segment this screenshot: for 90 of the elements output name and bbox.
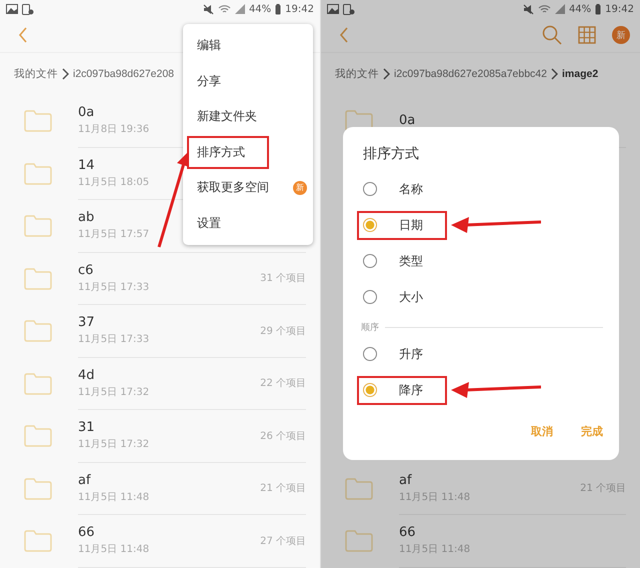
option-label: 名称 xyxy=(399,180,423,198)
radio-button[interactable] xyxy=(363,290,377,304)
section-label: 顺序 xyxy=(361,322,379,334)
search-icon[interactable] xyxy=(542,25,562,45)
chevron-icon xyxy=(62,68,69,80)
modified-date: 11月5日 18:05 xyxy=(78,176,150,189)
modified-date: 11月5日 11:48 xyxy=(78,490,150,504)
folder-icon xyxy=(24,110,52,132)
folder-name: af xyxy=(399,472,413,488)
option-label: 大小 xyxy=(399,288,423,306)
folder-icon xyxy=(24,372,52,395)
signal-icon xyxy=(554,4,565,14)
modified-date: 11月5日 17:32 xyxy=(78,386,150,399)
option-label: 升序 xyxy=(399,346,423,362)
menu-item[interactable]: 新建文件夹 xyxy=(187,100,267,134)
radio-button[interactable] xyxy=(363,347,377,361)
folder-name: af xyxy=(78,472,92,488)
image-icon xyxy=(327,4,339,14)
folder-icon xyxy=(24,162,52,185)
breadcrumb-item[interactable]: image2 xyxy=(562,68,598,80)
radio-button[interactable] xyxy=(363,383,377,397)
radio-button[interactable] xyxy=(363,182,377,196)
folder-name: 14 xyxy=(78,158,96,173)
item-count: 22 个项目 xyxy=(260,377,306,390)
folder-name: 0a xyxy=(78,105,96,120)
modified-date: 11月5日 17:57 xyxy=(78,228,150,242)
breadcrumb-item[interactable]: i2c097ba98d627e2085a7ebbc42 xyxy=(394,68,547,80)
item-count: 21 个项目 xyxy=(260,482,306,496)
folder-name: c6 xyxy=(78,262,94,278)
folder-icon xyxy=(24,425,52,448)
battery-icon xyxy=(595,4,602,14)
wifi-icon xyxy=(218,4,231,14)
breadcrumb-item[interactable]: i2c097ba98d627e208 xyxy=(73,68,174,80)
back-icon[interactable] xyxy=(18,27,28,43)
radio-button[interactable] xyxy=(363,254,377,268)
mute-icon xyxy=(522,4,534,14)
wifi-icon xyxy=(538,4,551,14)
menu-item[interactable]: 获取更多空间 xyxy=(187,171,279,204)
menu-item[interactable]: 分享 xyxy=(187,64,231,98)
item-count: 27 个项目 xyxy=(260,534,306,548)
folder-icon xyxy=(24,215,52,238)
modified-date: 11月5日 11:48 xyxy=(399,543,470,556)
phone-icon xyxy=(343,4,355,14)
back-icon[interactable] xyxy=(339,27,349,43)
battery-level: 44% xyxy=(568,4,592,14)
modified-date: 11月5日 11:48 xyxy=(399,490,470,504)
option-label: 降序 xyxy=(399,382,423,398)
option-label: 类型 xyxy=(399,252,423,270)
folder-icon xyxy=(345,530,373,552)
signal-icon xyxy=(234,4,245,14)
folder-name: 31 xyxy=(78,420,96,436)
item-count: 29 个项目 xyxy=(260,324,306,338)
radio-button[interactable] xyxy=(363,218,377,232)
folder-name: ab xyxy=(78,210,96,226)
image-icon xyxy=(6,4,18,14)
folder-icon xyxy=(24,268,52,290)
folder-icon xyxy=(24,478,52,500)
mute-icon xyxy=(202,4,214,14)
item-count: 21 个项目 xyxy=(580,482,626,496)
folder-icon xyxy=(24,530,52,552)
menu-item[interactable]: 排序方式 xyxy=(187,136,269,169)
menu-item[interactable]: 编辑 xyxy=(187,29,231,62)
modified-date: 11月5日 17:33 xyxy=(78,280,150,294)
folder-icon xyxy=(24,320,52,342)
menu-item[interactable]: 设置 xyxy=(187,206,231,240)
modified-date: 11月5日 11:48 xyxy=(78,543,150,556)
item-count: 31 个项目 xyxy=(260,272,306,286)
folder-icon xyxy=(345,478,373,500)
option-label: 日期 xyxy=(399,216,423,234)
battery-level: 44% xyxy=(248,4,272,14)
modified-date: 11月5日 17:33 xyxy=(78,333,150,346)
folder-name: 66 xyxy=(399,525,417,540)
folder-name: 66 xyxy=(78,525,96,540)
folder-name: 4d xyxy=(78,368,96,383)
modified-date: 11月8日 19:36 xyxy=(78,123,150,136)
breadcrumb-item[interactable]: 我的文件 xyxy=(335,67,379,81)
chevron-icon xyxy=(383,68,390,80)
chevron-icon xyxy=(550,68,558,80)
grid-icon[interactable] xyxy=(578,26,596,44)
phone-icon xyxy=(22,4,34,14)
folder-name: 37 xyxy=(78,315,96,330)
breadcrumb-item[interactable]: 我的文件 xyxy=(14,67,58,81)
folder-name: 0a xyxy=(399,113,416,128)
clock: 19:42 xyxy=(285,4,314,14)
clock: 19:42 xyxy=(605,4,634,14)
battery-icon xyxy=(275,4,282,14)
new-badge: 新 xyxy=(293,180,307,195)
modified-date: 11月5日 17:32 xyxy=(78,438,150,452)
item-count: 26 个项目 xyxy=(260,430,306,443)
dialog-title: 排序方式 xyxy=(363,145,420,163)
